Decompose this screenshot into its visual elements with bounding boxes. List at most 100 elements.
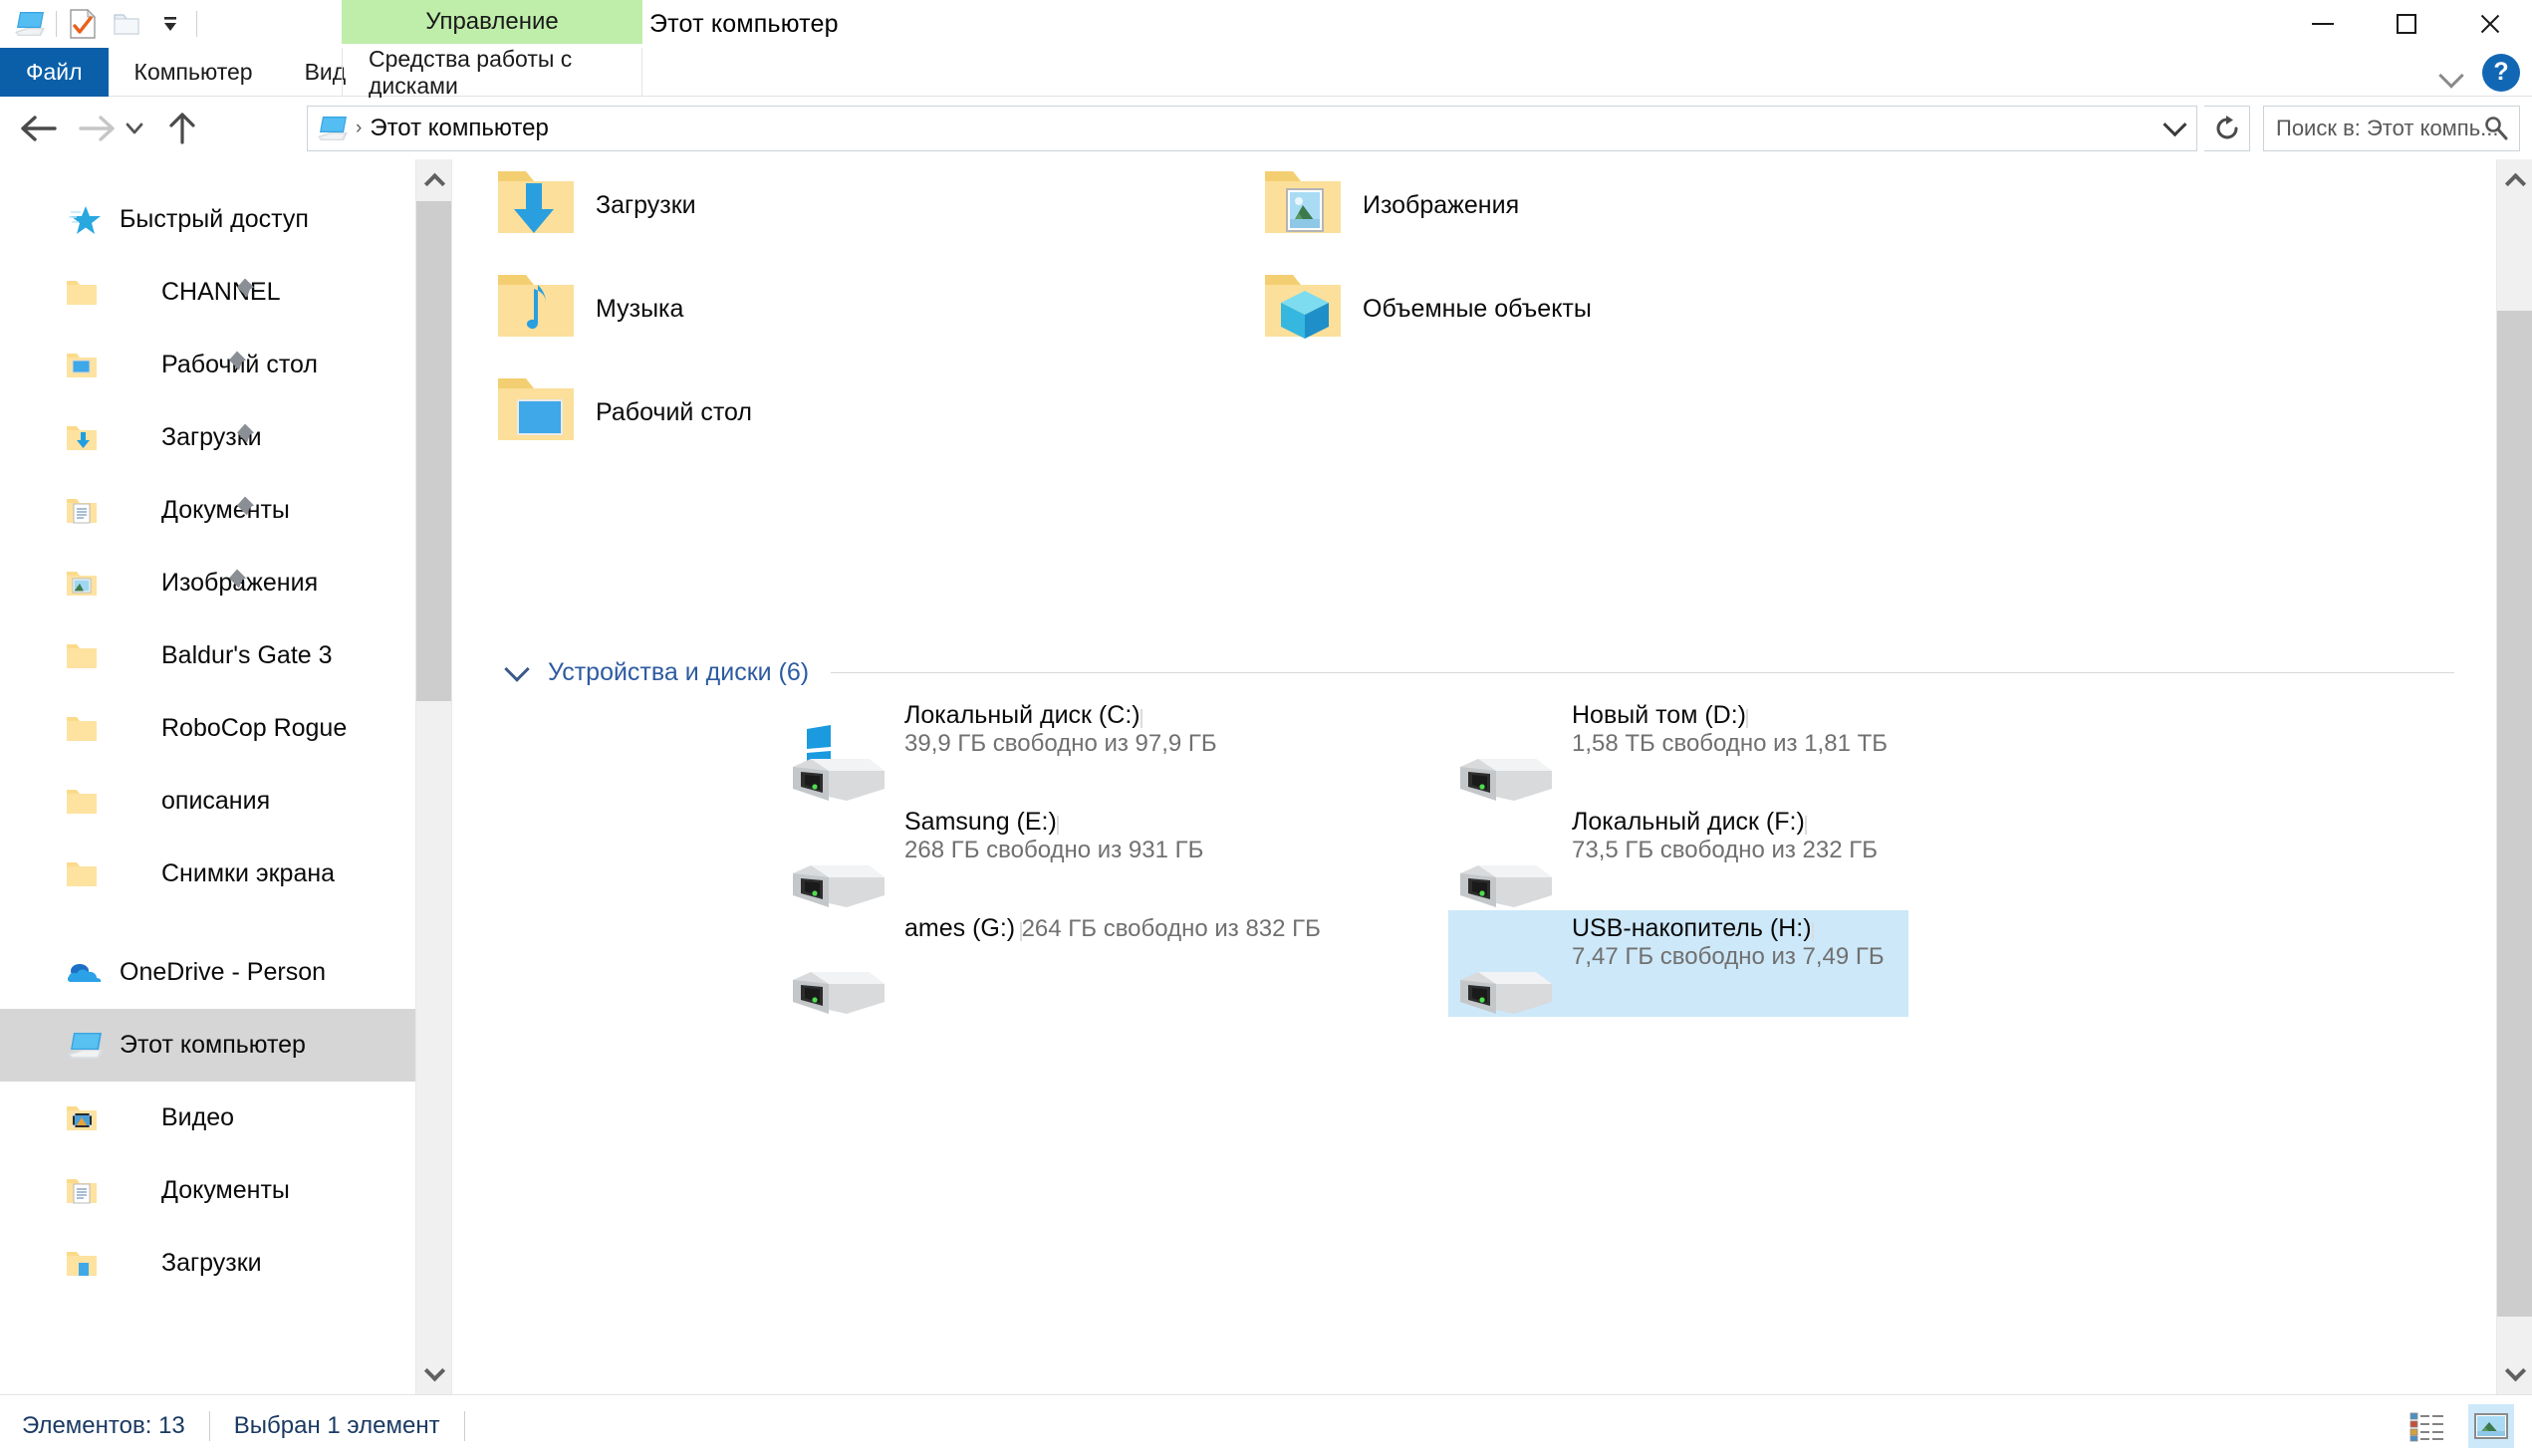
list-item-label: Изображения (1363, 191, 1520, 219)
drive-icon (785, 830, 896, 909)
drive-item-h[interactable]: USB-накопитель (H:) 7,47 ГБ свободно из … (1448, 910, 1908, 1017)
tab-file[interactable]: Файл (0, 48, 109, 97)
sidebar-item-downloads[interactable]: Загрузки (0, 401, 415, 474)
folders-grid: Загрузки Изображения Музыка Объемные объ… (452, 159, 2496, 465)
help-icon[interactable]: ? (2482, 53, 2520, 92)
drive-free-space: 39,9 ГБ свободно из 97,9 ГБ (904, 730, 1217, 757)
folder-downloads-icon (492, 161, 580, 250)
scroll-up-icon[interactable] (2497, 159, 2532, 201)
pin-icon[interactable] (230, 421, 256, 454)
drive-item-c[interactable]: Локальный диск (C:) 39,9 ГБ свободно из … (781, 697, 1241, 804)
this-pc-icon[interactable] (8, 2, 52, 46)
properties-icon[interactable] (61, 2, 105, 46)
breadcrumb[interactable]: › Этот компьютер (307, 106, 2197, 151)
drive-item-f[interactable]: Локальный диск (F:) 73,5 ГБ свободно из … (1448, 804, 1908, 910)
back-button[interactable] (8, 98, 70, 159)
sidebar-item-pictures[interactable]: Изображения (0, 547, 415, 619)
list-item-music[interactable]: Музыка (492, 258, 683, 361)
drive-name: Локальный диск (F:) (1572, 808, 1805, 836)
sidebar-item-channel[interactable]: CHANNEL (0, 256, 415, 329)
group-divider (831, 671, 2454, 673)
search-input[interactable]: Поиск в: Этот компь... (2263, 106, 2520, 151)
breadcrumb-path[interactable]: Этот компьютер (370, 115, 548, 142)
toolbar-separator (56, 11, 57, 37)
large-icons-view-button[interactable] (2468, 1404, 2514, 1448)
pin-icon[interactable] (222, 567, 248, 600)
sidebar-item-label: Baldur's Gate 3 (161, 641, 333, 669)
list-item-pictures[interactable]: Изображения (1259, 159, 1519, 257)
sidebar-item-this-pc[interactable]: Этот компьютер (0, 1009, 415, 1082)
up-button[interactable] (151, 98, 213, 159)
pin-icon[interactable] (222, 349, 248, 381)
minimize-button[interactable] (2281, 0, 2365, 48)
maximize-button[interactable] (2365, 0, 2448, 48)
scroll-down-icon[interactable] (416, 1352, 452, 1394)
new-folder-icon[interactable] (105, 2, 148, 46)
contextual-tab-group-label: Управление (342, 0, 642, 44)
tab-drive-tools-label: Средства работы с дисками (369, 45, 573, 99)
file-explorer-window: Управление Этот компьютер Файл Компьютер… (0, 0, 2532, 1456)
sidebar-item-documents[interactable]: Документы (0, 474, 415, 547)
drive-item-g[interactable]: ames (G:) 264 ГБ свободно из 832 ГБ (781, 910, 1321, 1017)
toolbar-separator-2 (196, 11, 197, 37)
drive-free-space: 73,5 ГБ свободно из 232 ГБ (1572, 837, 1878, 863)
drive-info: Samsung (E:) 268 ГБ свободно из 931 ГБ (904, 808, 1327, 864)
sidebar-scrollbar[interactable] (415, 159, 452, 1394)
search-placeholder: Поиск в: Этот компь... (2276, 116, 2499, 140)
devices-group-title: Устройства и диски (6) (548, 657, 810, 686)
drive-row: Локальный диск (C:) 39,9 ГБ свободно из … (452, 697, 2496, 804)
scroll-up-icon[interactable] (416, 159, 452, 201)
capacity-bar (1811, 922, 1814, 941)
star-icon (62, 204, 110, 236)
close-button[interactable] (2448, 0, 2532, 48)
search-icon[interactable] (2483, 116, 2509, 146)
details-view-button[interactable] (2405, 1404, 2450, 1448)
status-bar: Элементов: 13 Выбран 1 элемент (0, 1394, 2532, 1456)
content-scrollbar[interactable] (2496, 159, 2532, 1394)
list-item-desktop[interactable]: Рабочий стол (492, 362, 752, 464)
tab-drive-tools[interactable]: Средства работы с дисками (342, 45, 642, 99)
drive-name: USB-накопитель (H:) (1572, 914, 1812, 942)
drive-item-e[interactable]: Samsung (E:) 268 ГБ свободно из 931 ГБ (781, 804, 1241, 910)
pin-icon[interactable] (230, 276, 256, 309)
this-pc-icon (62, 1031, 110, 1061)
drive-info: USB-накопитель (H:) 7,47 ГБ свободно из … (1572, 914, 1994, 971)
pin-icon[interactable] (230, 494, 256, 527)
sidebar-item-documents-pc[interactable]: Документы (0, 1154, 415, 1227)
sidebar-item-baldurs-gate-3[interactable]: Baldur's Gate 3 (0, 619, 415, 692)
capacity-bar (1804, 816, 1807, 835)
list-item-label: Загрузки (596, 191, 696, 219)
sidebar-item-robocop-rogue[interactable]: RoboCop Rogue (0, 692, 415, 765)
sidebar-item-downloads-pc[interactable]: Загрузки (0, 1227, 415, 1300)
list-item-3d-objects[interactable]: Объемные объекты (1259, 258, 1592, 361)
sidebar-item-videos[interactable]: Видео (0, 1082, 415, 1154)
scroll-down-icon[interactable] (2497, 1352, 2532, 1394)
folder-icon (58, 859, 106, 889)
sidebar-item-quick-access[interactable]: Быстрый доступ (0, 183, 415, 256)
sidebar-item-opisaniya[interactable]: описания (0, 765, 415, 838)
drive-item-d[interactable]: Новый том (D:) 1,58 ТБ свободно из 1,81 … (1448, 697, 1908, 804)
folder-row: Загрузки Изображения (452, 159, 2496, 258)
drive-name: Локальный диск (C:) (904, 701, 1140, 729)
sidebar-item-onedrive[interactable]: OneDrive - Person (0, 936, 415, 1009)
list-item-label: Объемные объекты (1363, 295, 1592, 323)
recent-locations-button[interactable] (114, 98, 155, 159)
customize-dropdown-icon[interactable] (148, 2, 192, 46)
folder-icon (58, 787, 106, 817)
drive-info: ames (G:) 264 ГБ свободно из 832 ГБ (904, 914, 1327, 943)
chevron-down-icon[interactable] (2436, 58, 2466, 88)
breadcrumb-dropdown-icon[interactable] (2152, 107, 2196, 150)
folder-pictures-icon (58, 569, 106, 599)
devices-group-header[interactable]: Устройства и диски (6) (452, 645, 2496, 699)
list-item-downloads[interactable]: Загрузки (492, 159, 696, 257)
refresh-button[interactable] (2204, 106, 2250, 151)
sidebar-item-screenshots[interactable]: Снимки экрана (0, 838, 415, 910)
status-divider-2 (463, 1410, 465, 1441)
sidebar-scrollbar-thumb[interactable] (416, 201, 452, 701)
chevron-down-icon[interactable] (504, 656, 530, 682)
capacity-bar (1139, 709, 1142, 728)
tab-computer[interactable]: Компьютер (109, 48, 279, 97)
content-scrollbar-thumb[interactable] (2497, 311, 2532, 1317)
drive-info: Новый том (D:) 1,58 ТБ свободно из 1,81 … (1572, 701, 1994, 758)
sidebar-item-desktop[interactable]: Рабочий стол (0, 329, 415, 401)
